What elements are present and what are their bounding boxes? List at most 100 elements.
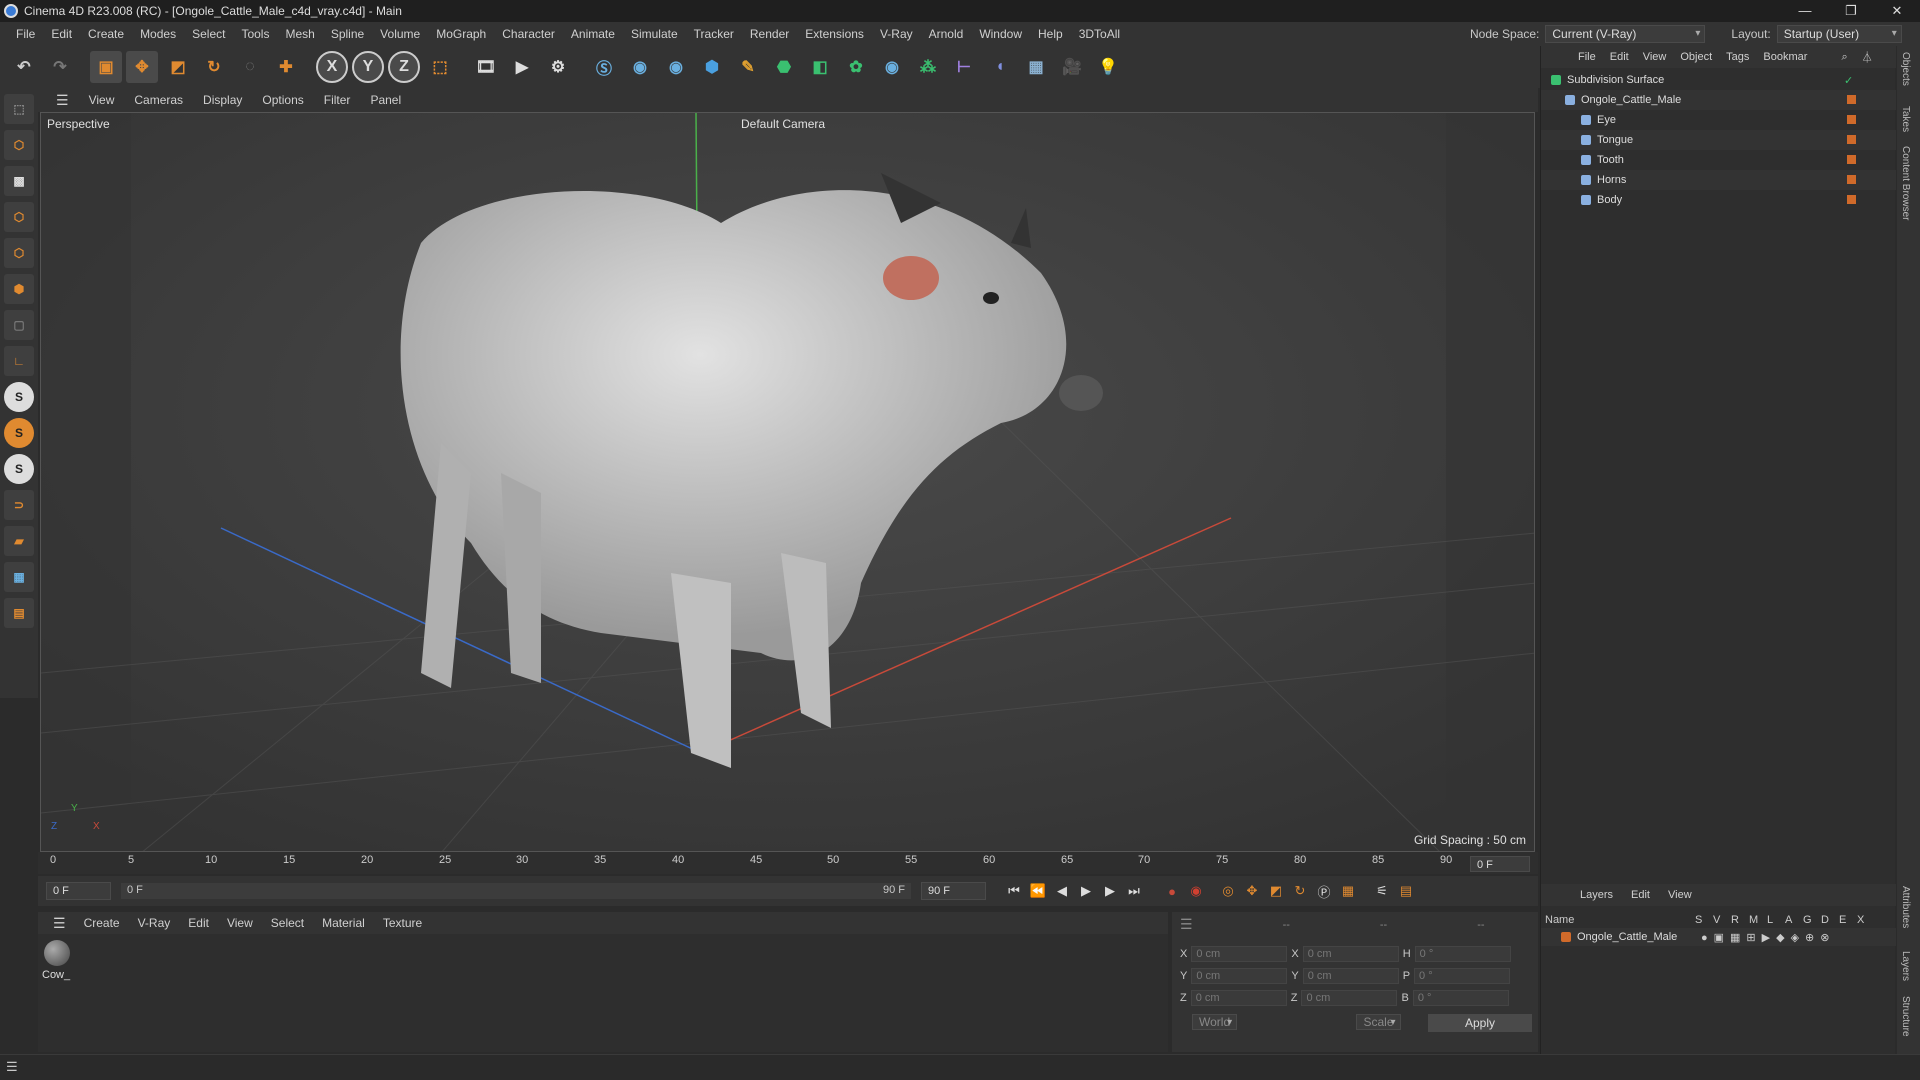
coord-size-dropdown[interactable]: Scale <box>1356 1014 1401 1030</box>
y-axis-icon[interactable]: Y <box>352 51 384 83</box>
maximize-button[interactable]: ❐ <box>1828 0 1874 22</box>
play-icon[interactable]: ▶ <box>1074 879 1098 903</box>
menu-animate[interactable]: Animate <box>563 27 623 41</box>
pos-y-field[interactable]: 0 cm <box>1191 968 1288 984</box>
edges-mode-icon[interactable]: ⬡ <box>4 238 34 268</box>
key-param-icon[interactable]: Ⓟ <box>1312 879 1336 903</box>
menu-modes[interactable]: Modes <box>132 27 184 41</box>
key-pla-icon[interactable]: ▦ <box>1336 879 1360 903</box>
menu-character[interactable]: Character <box>494 27 563 41</box>
menu-simulate[interactable]: Simulate <box>623 27 686 41</box>
field-icon[interactable]: ◖ <box>984 51 1016 83</box>
menu-mograph[interactable]: MoGraph <box>428 27 494 41</box>
tree-row-body[interactable]: Body <box>1541 190 1896 210</box>
python-icon[interactable]: ◉ <box>624 51 656 83</box>
move-icon[interactable]: ✥ <box>126 51 158 83</box>
menu-vray[interactable]: V-Ray <box>872 27 921 41</box>
prev-frame-icon[interactable]: ◀ <box>1050 879 1074 903</box>
menu-extensions[interactable]: Extensions <box>797 27 872 41</box>
subdivision-icon[interactable]: ⬣ <box>768 51 800 83</box>
key-scale-icon[interactable]: ◩ <box>1264 879 1288 903</box>
z-axis-icon[interactable]: Z <box>388 51 420 83</box>
viewport-menu-cameras[interactable]: Cameras <box>124 93 193 107</box>
model-mode-icon[interactable]: ⬚ <box>4 94 34 124</box>
goto-end-icon[interactable]: ⏭ <box>1122 879 1146 903</box>
rot-h-field[interactable]: 0 ° <box>1414 946 1511 962</box>
camera-icon[interactable]: 🎥 <box>1056 51 1088 83</box>
record-icon[interactable]: ● <box>1160 879 1184 903</box>
size-z-field[interactable]: 0 cm <box>1301 990 1398 1006</box>
magnet-icon[interactable]: ⊃ <box>4 490 34 520</box>
layers-menu-edit[interactable]: Edit <box>1622 889 1659 901</box>
frame-range-slider[interactable]: 0 F 90 F <box>121 883 911 899</box>
apply-button[interactable]: Apply <box>1428 1014 1532 1032</box>
material-menu-material[interactable]: Material <box>313 916 374 930</box>
om-menu-tags[interactable]: Tags <box>1719 51 1756 63</box>
menu-render[interactable]: Render <box>742 27 797 41</box>
rot-b-field[interactable]: 0 ° <box>1412 990 1509 1006</box>
tree-row-horns[interactable]: Horns <box>1541 170 1896 190</box>
menu-edit[interactable]: Edit <box>43 27 80 41</box>
tab-content-browser[interactable]: Content Browser <box>1900 146 1911 220</box>
material-menu-view[interactable]: View <box>218 916 262 930</box>
material-menu-vray[interactable]: V-Ray <box>129 916 180 930</box>
menu-3dtoall[interactable]: 3DToAll <box>1071 27 1128 41</box>
extrude-icon[interactable]: ◧ <box>804 51 836 83</box>
menu-select[interactable]: Select <box>184 27 233 41</box>
menu-volume[interactable]: Volume <box>372 27 428 41</box>
tree-row-eye[interactable]: Eye <box>1541 110 1896 130</box>
material-menu-texture[interactable]: Texture <box>374 916 431 930</box>
select-icon[interactable]: ▣ <box>90 51 122 83</box>
grid-icon[interactable]: ▦ <box>4 562 34 592</box>
live-select-icon[interactable]: ◌ <box>234 51 266 83</box>
layer-toggles-icon[interactable]: ●▣▦⊞▶◆◈⊕⊗ <box>1701 931 1835 944</box>
viewport-menu-display[interactable]: Display <box>193 93 252 107</box>
layer-color-icon[interactable] <box>1847 135 1856 144</box>
tree-row-subdivision[interactable]: Subdivision Surface ✓ <box>1541 70 1896 90</box>
material-menu-create[interactable]: Create <box>75 916 129 930</box>
rot-p-field[interactable]: 0 ° <box>1414 968 1511 984</box>
menu-file[interactable]: File <box>8 27 43 41</box>
layers-menu-layers[interactable]: Layers <box>1571 889 1622 901</box>
search-icon[interactable]: ⌕ <box>1834 51 1854 64</box>
size-x-field[interactable]: 0 cm <box>1302 946 1399 962</box>
filter-icon[interactable]: ⏃ <box>1855 49 1880 65</box>
vray-icon[interactable]: Ⓢ <box>588 51 620 83</box>
deformer-icon[interactable]: ⊢ <box>948 51 980 83</box>
om-menu-object[interactable]: Object <box>1673 51 1719 63</box>
autokey-icon[interactable]: ◉ <box>1184 879 1208 903</box>
layer-color-icon[interactable] <box>1847 95 1856 104</box>
menu-mesh[interactable]: Mesh <box>277 27 322 41</box>
om-menu-view[interactable]: View <box>1636 51 1674 63</box>
viewport-menu-options[interactable]: Options <box>252 93 313 107</box>
add-icon[interactable]: ✚ <box>270 51 302 83</box>
material-menu-select[interactable]: Select <box>262 916 313 930</box>
tab-attributes[interactable]: Attributes <box>1900 886 1911 928</box>
rotate-icon[interactable]: ↻ <box>198 51 230 83</box>
key-position-icon[interactable]: ✥ <box>1240 879 1264 903</box>
viewport-menu-filter[interactable]: Filter <box>314 93 361 107</box>
layout-dropdown[interactable]: Startup (User) <box>1776 25 1902 43</box>
python3-icon[interactable]: ◉ <box>876 51 908 83</box>
x-axis-icon[interactable]: X <box>316 51 348 83</box>
render-settings-icon[interactable]: ⚙ <box>542 51 574 83</box>
menu-create[interactable]: Create <box>80 27 132 41</box>
menu-window[interactable]: Window <box>971 27 1030 41</box>
tab-structure[interactable]: Structure <box>1900 996 1911 1037</box>
size-y-field[interactable]: 0 cm <box>1302 968 1399 984</box>
om-menu-edit[interactable]: Edit <box>1603 51 1636 63</box>
tab-takes[interactable]: Takes <box>1900 106 1911 132</box>
viewport-menu-view[interactable]: View <box>79 93 125 107</box>
next-frame-icon[interactable]: ▶ <box>1098 879 1122 903</box>
lock-workplane-icon[interactable]: ▤ <box>4 598 34 628</box>
key-rotation-icon[interactable]: ↻ <box>1288 879 1312 903</box>
keyframe-selection-icon[interactable]: ◎ <box>1216 879 1240 903</box>
material-swatch[interactable] <box>44 940 70 966</box>
layer-row[interactable]: Ongole_Cattle_Male ●▣▦⊞▶◆◈⊕⊗ <box>1541 928 1896 946</box>
menu-spline[interactable]: Spline <box>323 27 372 41</box>
coords-menu-icon[interactable]: ☰ <box>1180 916 1193 933</box>
layer-color-icon[interactable] <box>1847 115 1856 124</box>
object-mode-icon[interactable]: ⬡ <box>4 130 34 160</box>
pos-z-field[interactable]: 0 cm <box>1190 990 1287 1006</box>
start-frame-field[interactable]: 0 F <box>46 882 111 900</box>
